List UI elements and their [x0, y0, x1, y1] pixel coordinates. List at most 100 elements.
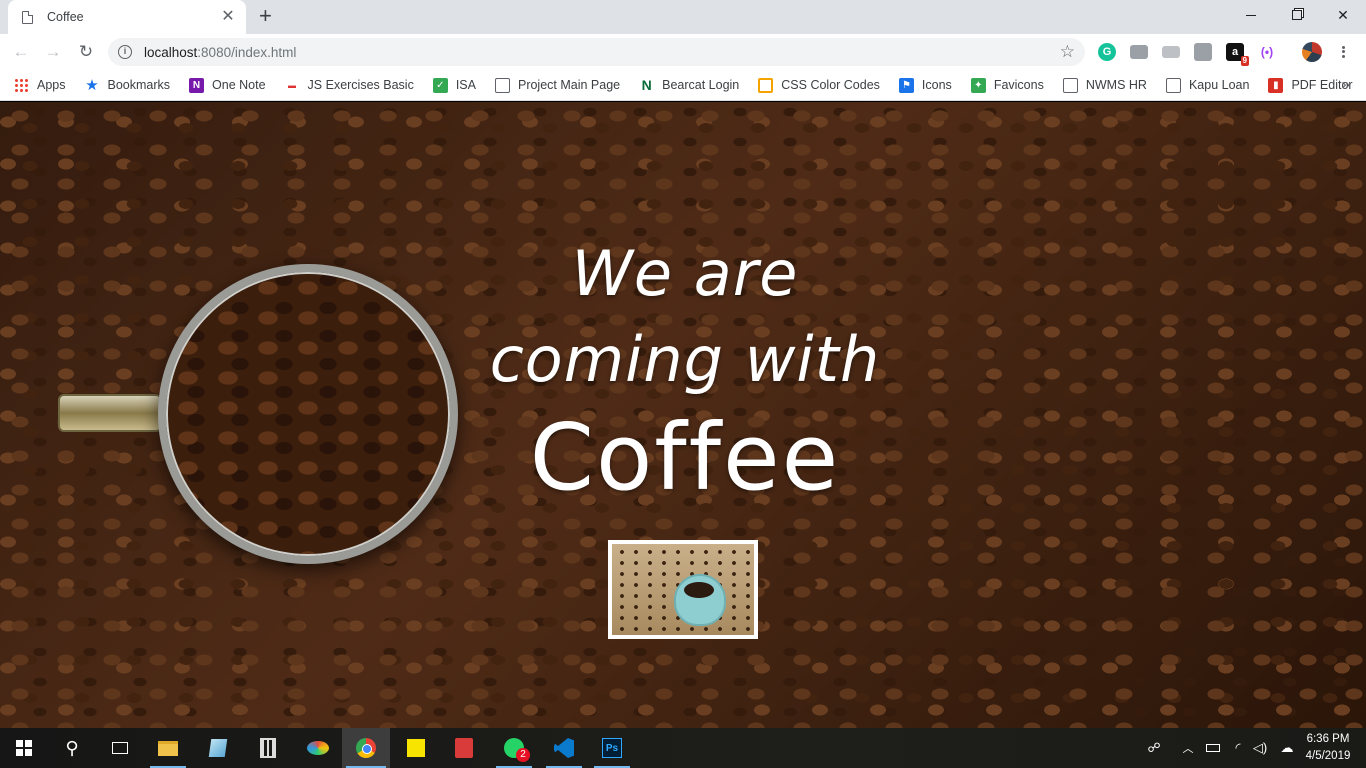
- camera-extension-icon[interactable]: [1130, 45, 1148, 59]
- bookmark-label: Apps: [37, 78, 66, 92]
- calculator-button[interactable]: [244, 728, 292, 768]
- start-button[interactable]: [0, 728, 48, 768]
- task-view-button[interactable]: [96, 728, 144, 768]
- toolbar: ← → ↻ i localhost:8080/index.html ☆ G a9…: [0, 34, 1366, 70]
- bookmark-label: Project Main Page: [517, 78, 621, 92]
- n-logo-icon: N: [641, 77, 652, 93]
- bookmark-isa[interactable]: ✓ ISA: [432, 77, 476, 93]
- profile-avatar[interactable]: [1302, 42, 1322, 62]
- bookmark-apps[interactable]: Apps: [14, 77, 66, 93]
- bookmark-js-exercises[interactable]: ▬ JS Exercises Basic: [285, 78, 414, 93]
- bookmark-nwms-hr[interactable]: NWMS HR: [1062, 77, 1147, 93]
- coffee-hero: We are coming with Coffee: [0, 102, 1366, 728]
- sticky-notes-button[interactable]: [392, 728, 440, 768]
- drive-extension-icon[interactable]: [1162, 46, 1180, 58]
- restore-button[interactable]: [1274, 0, 1320, 30]
- calculator-icon: [260, 738, 276, 758]
- search-button[interactable]: ⚲: [48, 728, 96, 768]
- bookmark-label: Bookmarks: [107, 78, 171, 92]
- close-tab-icon[interactable]: ✕: [220, 9, 236, 25]
- volume-icon[interactable]: ◁): [1250, 728, 1270, 768]
- clock-time: 6:36 PM: [1306, 733, 1350, 745]
- chrome-button[interactable]: [342, 728, 390, 768]
- browser-tab[interactable]: Coffee ✕: [8, 0, 246, 34]
- bookmark-app-icon: [455, 738, 473, 758]
- address-bar[interactable]: i localhost:8080/index.html ☆: [108, 38, 1085, 66]
- bookmark-label: One Note: [212, 78, 266, 92]
- extension-icon[interactable]: [1194, 43, 1212, 61]
- onedrive-icon[interactable]: ☁: [1276, 728, 1298, 768]
- bookmark-label: CSS Color Codes: [781, 78, 880, 92]
- new-tab-button[interactable]: +: [259, 5, 272, 27]
- more-bookmarks-icon[interactable]: »: [1342, 76, 1350, 93]
- vscode-icon: [554, 738, 574, 758]
- forward-button[interactable]: →: [41, 40, 65, 64]
- check-shield-icon: ✓: [432, 77, 448, 93]
- site-info-icon[interactable]: i: [118, 45, 132, 59]
- bookmark-bearcat-login[interactable]: N Bearcat Login: [639, 77, 740, 93]
- vscode-button[interactable]: [540, 728, 588, 768]
- favicon-icon: ✦: [970, 77, 986, 93]
- minimize-button[interactable]: [1228, 0, 1274, 30]
- photoshop-button[interactable]: Ps: [588, 728, 636, 768]
- bookmark-css-color-codes[interactable]: CSS Color Codes: [758, 77, 880, 93]
- sticky-note-icon: [407, 739, 425, 757]
- bookmark-kapu-loan[interactable]: Kapu Loan: [1165, 77, 1249, 93]
- windows-taskbar: ⚲ 2 Ps ☍ ︿ ◜ ◁) ☁ 6:36 PM 4/5/2019: [0, 728, 1366, 768]
- bookmark-project-main-page[interactable]: Project Main Page: [494, 77, 621, 93]
- url-path: :8080/index.html: [197, 44, 297, 60]
- reload-button[interactable]: ↻: [74, 40, 98, 64]
- chrome-icon: [356, 738, 376, 758]
- bookmark-label: ISA: [455, 78, 476, 92]
- search-circle-icon: [758, 77, 774, 93]
- notepad-icon: [208, 739, 228, 757]
- minimize-icon: [1246, 14, 1256, 16]
- system-clock[interactable]: 6:36 PM 4/5/2019: [1300, 731, 1356, 765]
- bookmark-one-note[interactable]: N One Note: [189, 77, 266, 93]
- paint-button[interactable]: [294, 728, 342, 768]
- headline-line-1: We are: [571, 237, 799, 310]
- people-icon[interactable]: ☍: [1142, 728, 1166, 768]
- coffee-cup-image: [158, 264, 458, 564]
- folder-icon: [158, 740, 178, 756]
- show-hidden-icons-icon[interactable]: ︿: [1180, 728, 1196, 768]
- bookmark-bookmarks[interactable]: ★ Bookmarks: [85, 77, 171, 94]
- apps-grid-icon: [14, 77, 29, 93]
- clock-date: 4/5/2019: [1305, 750, 1351, 762]
- whatsapp-icon: 2: [504, 738, 530, 762]
- grammarly-extension-icon[interactable]: G: [1098, 43, 1116, 61]
- bookmark-favicons[interactable]: ✦ Favicons: [970, 77, 1044, 93]
- bookmark-label: JS Exercises Basic: [307, 78, 414, 92]
- bookmark-label: NWMS HR: [1085, 78, 1147, 92]
- bookmark-pdf-editor[interactable]: ▮ PDF Editor: [1268, 77, 1353, 93]
- coffee-mug-photo: [608, 540, 758, 639]
- file-explorer-button[interactable]: [144, 728, 192, 768]
- close-window-button[interactable]: ✕: [1320, 0, 1366, 30]
- chrome-menu-icon[interactable]: [1338, 42, 1348, 62]
- back-button[interactable]: ←: [9, 40, 33, 64]
- amazon-logo: a: [1231, 46, 1239, 58]
- whatsapp-button[interactable]: 2: [490, 728, 538, 768]
- bookmark-icons[interactable]: ⚑ Icons: [898, 77, 952, 93]
- page-icon: [1062, 77, 1078, 93]
- onenote-icon: N: [189, 77, 205, 93]
- star-icon: ★: [85, 77, 99, 94]
- cup-handle-image: [58, 394, 162, 432]
- wifi-icon[interactable]: ◜: [1228, 728, 1248, 768]
- page-icon: [1165, 77, 1181, 93]
- amazon-extension-icon[interactable]: a9: [1226, 43, 1249, 66]
- url-text[interactable]: localhost:8080/index.html: [144, 45, 1060, 60]
- browser-tab-strip: Coffee ✕ + ✕: [0, 0, 1366, 34]
- cast-extension-icon[interactable]: (•): [1258, 43, 1276, 61]
- notepad-button[interactable]: [194, 728, 242, 768]
- photoshop-icon: Ps: [602, 738, 622, 758]
- bookmark-star-icon[interactable]: ☆: [1060, 42, 1075, 62]
- battery-icon[interactable]: [1204, 728, 1222, 768]
- url-host: localhost: [144, 44, 198, 60]
- app-button[interactable]: [440, 728, 488, 768]
- amazon-badge: 9: [1240, 56, 1249, 66]
- bookmark-label: Icons: [921, 78, 952, 92]
- page-icon: [22, 10, 33, 24]
- screen: Coffee ✕ + ✕ ← → ↻ i localhost:8080/inde…: [0, 0, 1366, 768]
- bookmarks-bar: Apps ★ Bookmarks N One Note ▬ JS Exercises …: [0, 70, 1366, 101]
